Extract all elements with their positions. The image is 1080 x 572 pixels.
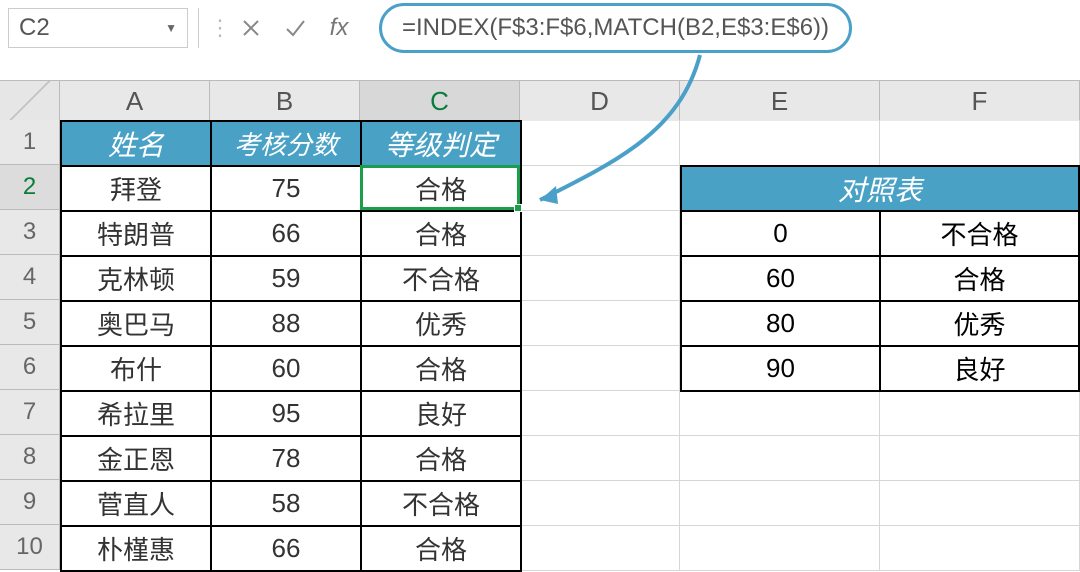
lookup-threshold[interactable]: 60 — [681, 256, 880, 301]
row-header-9[interactable]: 9 — [0, 480, 60, 525]
cell-grade[interactable]: 合格 — [361, 166, 521, 211]
cell-score[interactable]: 95 — [211, 391, 361, 436]
col-header-F[interactable]: F — [880, 81, 1080, 121]
lookup-label[interactable]: 优秀 — [880, 301, 1079, 346]
cell-name[interactable]: 特朗普 — [61, 211, 211, 256]
lookup-threshold[interactable]: 0 — [681, 211, 880, 256]
row-header-10[interactable]: 10 — [0, 525, 60, 570]
cell-grade[interactable]: 合格 — [361, 526, 521, 571]
row-header-8[interactable]: 8 — [0, 435, 60, 480]
header-name[interactable]: 姓名 — [61, 121, 211, 166]
formula-callout: =INDEX(F$3:F$6,MATCH(B2,E$3:E$6)) — [379, 3, 852, 53]
cell-grade[interactable]: 合格 — [361, 346, 521, 391]
name-box-value: C2 — [19, 14, 50, 42]
cell-grade[interactable]: 不合格 — [361, 481, 521, 526]
row-header-3[interactable]: 3 — [0, 210, 60, 255]
table-row[interactable]: 拜登 75 合格 — [61, 166, 521, 211]
cell-score[interactable]: 78 — [211, 436, 361, 481]
fx-icon[interactable]: fx — [317, 8, 361, 48]
cell-grade[interactable]: 良好 — [361, 391, 521, 436]
column-header-row: A B C D E F — [0, 80, 1080, 120]
lookup-threshold[interactable]: 90 — [681, 346, 880, 391]
cell-score[interactable]: 66 — [211, 526, 361, 571]
cell-score[interactable]: 60 — [211, 346, 361, 391]
cell-grade[interactable]: 合格 — [361, 436, 521, 481]
col-header-A[interactable]: A — [60, 81, 210, 121]
row-header-1[interactable]: 1 — [0, 120, 60, 165]
formula-text: =INDEX(F$3:F$6,MATCH(B2,E$3:E$6)) — [402, 14, 829, 42]
table-row[interactable]: 奥巴马 88 优秀 — [61, 301, 521, 346]
table-row[interactable]: 80 优秀 — [681, 301, 1079, 346]
cell-name[interactable]: 克林顿 — [61, 256, 211, 301]
table-row[interactable]: 希拉里 95 良好 — [61, 391, 521, 436]
formula-bar: C2 ▼ ⋮ fx =INDEX(F$3:F$6,MATCH(B2,E$3:E$… — [8, 6, 1068, 50]
row-header-2[interactable]: 2 — [0, 165, 60, 210]
row-header-column: 1 2 3 4 5 6 7 8 9 10 — [0, 120, 60, 570]
table-row[interactable]: 朴槿惠 66 合格 — [61, 526, 521, 571]
cell-name[interactable]: 奥巴马 — [61, 301, 211, 346]
cell-score[interactable]: 75 — [211, 166, 361, 211]
table-row[interactable]: 菅直人 58 不合格 — [61, 481, 521, 526]
table-row[interactable]: 金正恩 78 合格 — [61, 436, 521, 481]
lookup-label[interactable]: 良好 — [880, 346, 1079, 391]
fx-label: fx — [330, 14, 349, 42]
cell-name[interactable]: 菅直人 — [61, 481, 211, 526]
table-row[interactable]: 90 良好 — [681, 346, 1079, 391]
accept-icon[interactable] — [273, 8, 317, 48]
col-header-E[interactable]: E — [680, 81, 880, 121]
table-row[interactable]: 60 合格 — [681, 256, 1079, 301]
dropdown-icon[interactable]: ▼ — [165, 21, 177, 35]
lookup-threshold[interactable]: 80 — [681, 301, 880, 346]
cell-name[interactable]: 朴槿惠 — [61, 526, 211, 571]
cell-score[interactable]: 88 — [211, 301, 361, 346]
table-row[interactable]: 布什 60 合格 — [61, 346, 521, 391]
lookup-title[interactable]: 对照表 — [681, 166, 1079, 211]
cell-grade[interactable]: 优秀 — [361, 301, 521, 346]
divider — [198, 8, 199, 48]
lookup-table[interactable]: 对照表 0 不合格 60 合格 80 优秀 90 良好 — [680, 165, 1080, 392]
row-header-7[interactable]: 7 — [0, 390, 60, 435]
header-score[interactable]: 考核分数 — [211, 121, 361, 166]
cell-grade[interactable]: 合格 — [361, 211, 521, 256]
cell-grade[interactable]: 不合格 — [361, 256, 521, 301]
cell-score[interactable]: 59 — [211, 256, 361, 301]
select-all-corner[interactable] — [0, 81, 60, 121]
more-icon: ⋮ — [209, 15, 229, 41]
cell-name[interactable]: 拜登 — [61, 166, 211, 211]
row-header-4[interactable]: 4 — [0, 255, 60, 300]
cell-name[interactable]: 金正恩 — [61, 436, 211, 481]
col-header-D[interactable]: D — [520, 81, 680, 121]
cancel-icon[interactable] — [229, 8, 273, 48]
lookup-label[interactable]: 不合格 — [880, 211, 1079, 256]
lookup-label[interactable]: 合格 — [880, 256, 1079, 301]
cell-score[interactable]: 58 — [211, 481, 361, 526]
col-header-C[interactable]: C — [360, 81, 520, 121]
table-row[interactable]: 0 不合格 — [681, 211, 1079, 256]
cell-name[interactable]: 布什 — [61, 346, 211, 391]
cell-score[interactable]: 66 — [211, 211, 361, 256]
row-header-6[interactable]: 6 — [0, 345, 60, 390]
header-grade[interactable]: 等级判定 — [361, 121, 521, 166]
col-header-B[interactable]: B — [210, 81, 360, 121]
name-box[interactable]: C2 ▼ — [8, 8, 188, 48]
table-row[interactable]: 克林顿 59 不合格 — [61, 256, 521, 301]
main-table[interactable]: 姓名 考核分数 等级判定 拜登 75 合格 特朗普 66 合格 克林顿 59 不… — [60, 120, 522, 572]
row-header-5[interactable]: 5 — [0, 300, 60, 345]
cell-name[interactable]: 希拉里 — [61, 391, 211, 436]
table-row[interactable]: 特朗普 66 合格 — [61, 211, 521, 256]
